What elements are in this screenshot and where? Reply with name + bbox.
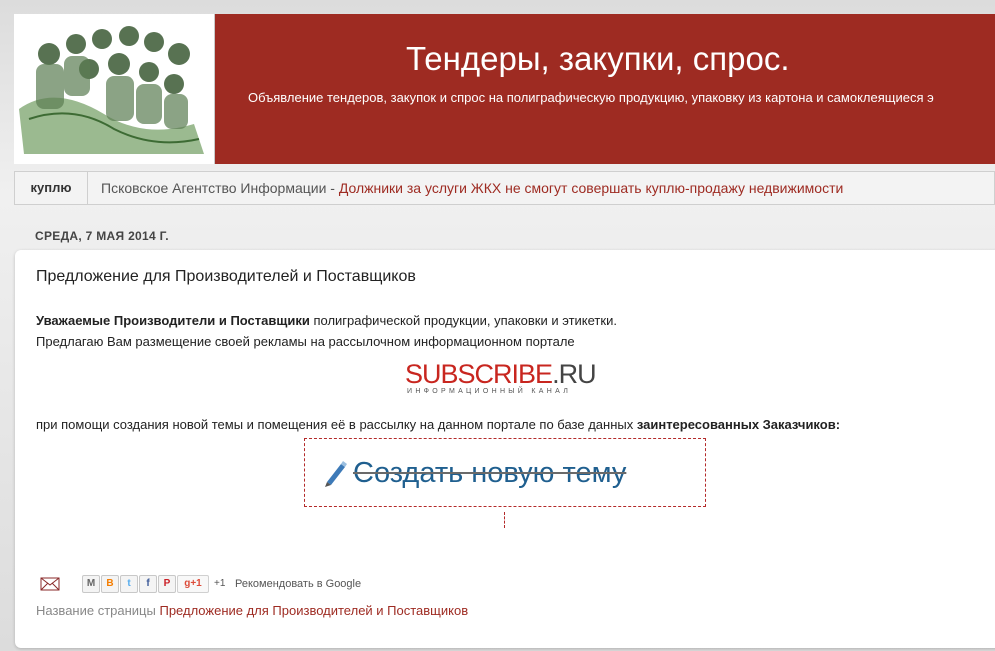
blog-post: Предложение для Производителей и Поставщ…	[15, 250, 995, 648]
create-topic-button[interactable]: Создать новую тему	[304, 438, 706, 507]
share-facebook-button[interactable]: f	[139, 575, 157, 593]
share-blogger-button[interactable]: B	[101, 575, 119, 593]
post-title[interactable]: Предложение для Производителей и Поставщ…	[36, 268, 416, 286]
intro-rest: полиграфической продукции, упаковки и эт…	[309, 313, 617, 328]
offer-line: Предлагаю Вам размещение своей рекламы н…	[36, 334, 575, 349]
method-line: при помощи создания новой темы и помещен…	[36, 417, 840, 432]
method-text: при помощи создания новой темы и помещен…	[36, 417, 637, 432]
blog-description: Объявление тендеров, закупок и спрос на …	[248, 90, 934, 105]
post-body: Уважаемые Производители и Поставщики пол…	[36, 310, 976, 352]
plus-count: +1	[214, 578, 226, 589]
recommend-google-text: Рекомендовать в Google	[235, 578, 362, 590]
nav-tab-buy[interactable]: куплю	[15, 172, 88, 204]
page-name-label: Название страницы	[36, 603, 160, 618]
blog-header: Тендеры, закупки, спрос. Объявление тенд…	[14, 14, 995, 164]
ticker-source: Псковское Агентство Информации -	[101, 180, 339, 196]
page-name-row: Название страницы Предложение для Произв…	[36, 603, 468, 618]
intro-line: Уважаемые Производители и Поставщики пол…	[36, 310, 976, 331]
ticker-link[interactable]: Должники за услуги ЖКХ не смогут соверша…	[339, 180, 843, 196]
google-plus-button[interactable]: g+1	[177, 575, 209, 593]
page-name-link[interactable]: Предложение для Производителей и Поставщ…	[159, 603, 468, 618]
post-date: СРЕДА, 7 МАЯ 2014 Г.	[35, 229, 169, 243]
method-bold: заинтересованных Заказчиков:	[636, 417, 841, 432]
image-resize-handle	[504, 512, 505, 528]
create-topic-label: Создать новую тему	[353, 457, 627, 489]
intro-bold: Уважаемые Производители и Поставщики	[36, 313, 310, 328]
blog-title[interactable]: Тендеры, закупки, спрос.	[406, 40, 790, 78]
navbar: куплю Псковское Агентство Информации - Д…	[14, 171, 995, 205]
news-ticker: Псковское Агентство Информации - Должник…	[101, 172, 843, 204]
share-email-button[interactable]: M	[82, 575, 100, 593]
people-group-illustration-icon	[14, 14, 214, 164]
share-twitter-button[interactable]: t	[120, 575, 138, 593]
share-pinterest-button[interactable]: P	[158, 575, 176, 593]
pencil-icon	[325, 461, 347, 487]
subscribe-ru-logo[interactable]: SUBSCRIBE.RU ИНФОРМАЦИОННЫЙ КАНАЛ	[405, 359, 605, 409]
header-illustration	[14, 14, 215, 164]
email-post-icon[interactable]	[40, 577, 60, 591]
